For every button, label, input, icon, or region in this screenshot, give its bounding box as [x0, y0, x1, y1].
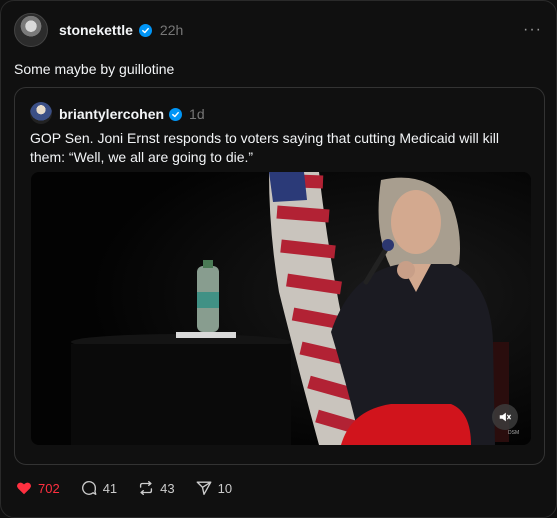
- heart-icon: [17, 482, 31, 495]
- svg-text:DSM: DSM: [508, 430, 519, 436]
- reply-count: 41: [102, 480, 118, 496]
- video-player[interactable]: DSM: [31, 172, 531, 445]
- verified-badge-icon: [138, 23, 152, 37]
- mute-icon[interactable]: [492, 404, 518, 430]
- verified-badge-icon: [169, 107, 183, 121]
- post-text: Some maybe by guillotine: [14, 61, 175, 77]
- share-count: 10: [217, 480, 233, 496]
- timestamp[interactable]: 22h: [160, 22, 183, 38]
- like-button[interactable]: 702: [15, 479, 60, 497]
- quoted-username[interactable]: briantylercohen: [59, 106, 164, 122]
- quoted-post[interactable]: briantylercohen 1d GOP Sen. Joni Ernst r…: [14, 87, 545, 465]
- quoted-avatar[interactable]: [30, 102, 52, 124]
- thread-post: stonekettle 22h ··· Some maybe by guillo…: [0, 0, 557, 518]
- repost-button[interactable]: 43: [137, 479, 175, 497]
- action-bar: 702 41 43 10: [15, 479, 232, 497]
- share-button[interactable]: 10: [195, 479, 232, 497]
- repost-count: 43: [160, 480, 175, 496]
- post-header: stonekettle 22h: [59, 22, 183, 38]
- share-icon: [196, 481, 212, 495]
- avatar[interactable]: [14, 13, 48, 47]
- username[interactable]: stonekettle: [59, 22, 133, 38]
- quoted-timestamp[interactable]: 1d: [189, 106, 205, 122]
- reply-button[interactable]: 41: [80, 479, 117, 497]
- quoted-text: GOP Sen. Joni Ernst responds to voters s…: [30, 130, 499, 165]
- more-icon[interactable]: ···: [523, 21, 542, 39]
- like-count: 702: [38, 480, 60, 496]
- video-frame: DSM: [31, 172, 531, 445]
- repost-icon: [140, 481, 153, 495]
- comment-icon: [81, 480, 97, 495]
- quoted-header: briantylercohen 1d: [59, 106, 205, 122]
